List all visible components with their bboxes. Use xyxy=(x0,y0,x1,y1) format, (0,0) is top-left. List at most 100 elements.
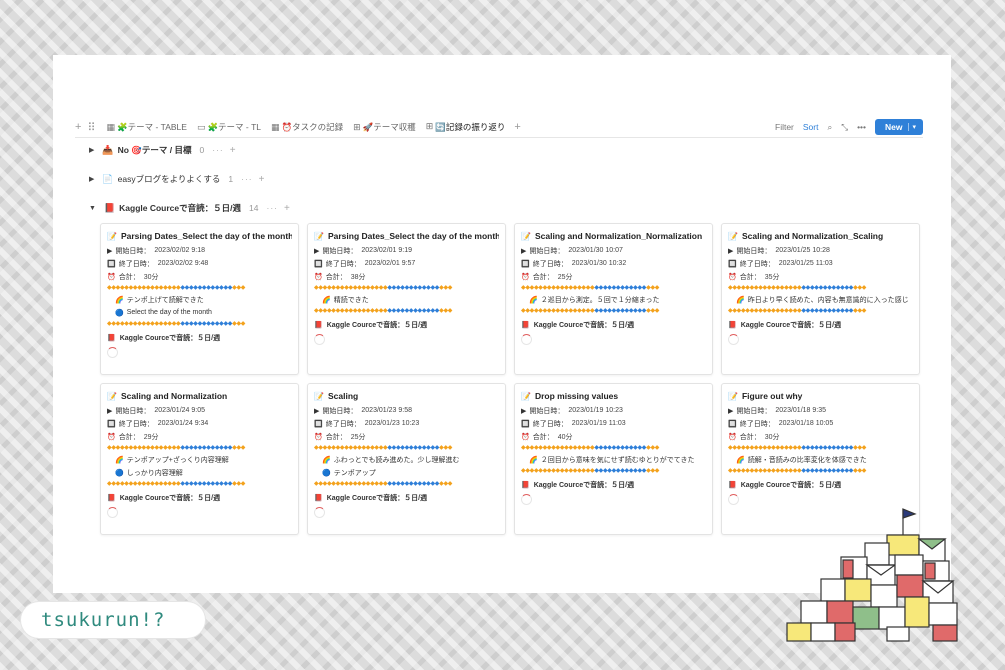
note-row: 🌈 昨日より早く読めた、内容も無意識的に入った感じ xyxy=(728,293,913,306)
gallery-card[interactable]: 📝 Parsing Dates_Select the day of the mon… xyxy=(307,223,506,375)
play-icon: ▶ xyxy=(521,407,527,415)
start-label: 開始日時： xyxy=(322,247,358,255)
rainbow-icon: 🌈 xyxy=(115,456,124,464)
end-value: 2023/01/25 11:03 xyxy=(778,260,833,267)
rainbow-icon: 🌈 xyxy=(736,456,745,464)
divider xyxy=(75,137,923,138)
page-icon: 📝 xyxy=(728,231,738,241)
group-header[interactable]: ▶ 📄 easyブログをよりよくする 1 ··· + xyxy=(89,172,264,186)
group-header[interactable]: ▶ 📥 No 🎯テーマ / 目標 0 ··· + xyxy=(89,143,236,157)
relation-label: Kaggle Courceで音読：５日/週 xyxy=(326,321,428,329)
group-header[interactable]: ▼ 📕 Kaggle Courceで音読：５日/週 14 ··· + xyxy=(89,201,290,215)
relation-row: 📕 Kaggle Courceで音読：５日/週 xyxy=(521,478,706,491)
total-value: 30分 xyxy=(764,433,780,441)
total-label: 合計： xyxy=(325,273,347,281)
stop-icon: 🔲 xyxy=(728,420,737,428)
filter-button[interactable]: Filter xyxy=(775,122,794,132)
card-title-row: 📝 Figure out why xyxy=(728,389,913,403)
end-value: 2023/01/24 9:34 xyxy=(157,420,209,427)
card-title-row: 📝 Scaling and Normalization_Normalization xyxy=(521,229,706,243)
expand-icon[interactable]: ⤡ xyxy=(841,122,848,133)
alarm-clock-icon: ⏰ xyxy=(314,433,323,441)
diamond-divider: ◆◆◆◆◆◆◆◆◆◆◆◆◆◆◆◆◆◆◆◆◆◆◆◆◆◆◆◆◆◆◆◆ xyxy=(314,308,453,314)
diamond-divider: ◆◆◆◆◆◆◆◆◆◆◆◆◆◆◆◆◆◆◆◆◆◆◆◆◆◆◆◆◆◆◆◆ xyxy=(314,285,453,291)
relation-label: Kaggle Courceで音読：５日/週 xyxy=(740,321,842,329)
page-icon: 📝 xyxy=(107,231,117,241)
start-label: 開始日時： xyxy=(529,407,565,415)
drag-handle-icon[interactable]: ⠿ xyxy=(87,121,95,134)
note-row: 🌈 ふわっとでも読み進めた。少し理解進む xyxy=(314,453,499,466)
gallery-card[interactable]: 📝 Scaling and Normalization ▶ 開始日時： 2023/01/… xyxy=(100,383,299,535)
sort-button[interactable]: Sort xyxy=(803,122,819,132)
gallery-card[interactable]: 📝 Scaling ▶ 開始日時： 2023/01/23 9:58 🔲 終了日時： 2023/… xyxy=(307,383,506,535)
chevron-down-icon[interactable]: ▾ xyxy=(908,123,916,131)
add-icon[interactable]: + xyxy=(284,203,290,214)
progress-ring xyxy=(728,334,739,345)
note-row: 🌈 テンポアップ+ざっくり内容理解 xyxy=(107,453,292,466)
total-label: 合計： xyxy=(325,433,347,441)
total-value: 25分 xyxy=(557,273,573,281)
card-title-row: 📝 Parsing Dates_Select the day of the mon… xyxy=(314,229,499,243)
note-text: Select the day of the month xyxy=(126,309,212,316)
add-view-icon[interactable]: + xyxy=(75,121,81,133)
start-row: ▶ 開始日時： 2023/01/18 9:35 xyxy=(728,404,913,417)
card-title: Scaling and Normalization_Scaling xyxy=(741,231,884,241)
total-row: ⏰ 合計： 30分 xyxy=(107,270,292,283)
new-button[interactable]: New ▾ xyxy=(875,119,923,135)
relation-label: Kaggle Courceで音読：５日/週 xyxy=(119,494,221,502)
view-tab[interactable]: ⊞ 🚀テーマ収穫 xyxy=(348,117,421,137)
end-label: 終了日時： xyxy=(325,420,361,428)
note-row: 🌈 テンポ上げて読解できた xyxy=(107,293,292,306)
start-label: 開始日時： xyxy=(736,407,772,415)
play-icon: ▶ xyxy=(107,247,113,255)
end-value: 2023/01/23 10:23 xyxy=(364,420,420,427)
gallery-grid: 📝 Parsing Dates_Select the day of the mon… xyxy=(100,223,920,535)
book-icon: 📕 xyxy=(728,481,737,489)
end-value: 2023/01/18 10:05 xyxy=(778,420,834,427)
rainbow-icon: 🌈 xyxy=(322,296,331,304)
view-tab[interactable]: ⊞ 🔄記録の振り返り xyxy=(420,117,511,138)
add-tab-icon[interactable]: + xyxy=(514,121,520,133)
gallery-card[interactable]: 📝 Scaling and Normalization_Scaling ▶ 開始日時：… xyxy=(721,223,920,375)
card-title-row: 📝 Scaling and Normalization_Scaling xyxy=(728,229,913,243)
new-button-label: New xyxy=(885,122,903,132)
alarm-clock-icon: ⏰ xyxy=(728,433,737,441)
search-icon[interactable]: ⌕ xyxy=(827,122,832,133)
end-row: 🔲 終了日時： 2023/01/23 10:23 xyxy=(314,417,499,430)
group-name: Kaggle Courceで音読：５日/週 xyxy=(119,203,242,213)
relation-label: Kaggle Courceで音読：５日/週 xyxy=(326,494,428,502)
add-icon[interactable]: + xyxy=(259,174,265,185)
view-tab[interactable]: ▦ ⏰タスクの記録 xyxy=(266,117,348,137)
gallery-card[interactable]: 📝 Drop missing values ▶ 開始日時： 2023/01/19 10:… xyxy=(514,383,713,535)
note-row: 🌈 精読できた xyxy=(314,293,499,306)
note-text: しっかり内容理解 xyxy=(126,469,183,477)
caret-right-icon[interactable]: ▶ xyxy=(89,175,94,183)
gallery-card[interactable]: 📝 Parsing Dates_Select the day of the mon… xyxy=(100,223,299,375)
book-icon: 📕 xyxy=(107,494,116,502)
group-icon: 📄 xyxy=(102,173,114,184)
end-label: 終了日時： xyxy=(325,260,361,268)
play-icon: ▶ xyxy=(728,247,734,255)
group-icon: 📕 xyxy=(103,202,116,213)
end-row: 🔲 終了日時： 2023/02/02 9:48 xyxy=(107,257,292,270)
note-text: 読解・音読みの比率変化を体感できた xyxy=(747,456,867,464)
caret-down-icon[interactable]: ▼ xyxy=(89,205,96,212)
alarm-clock-icon: ⏰ xyxy=(521,273,530,281)
more-icon[interactable]: ••• xyxy=(857,122,866,132)
add-icon[interactable]: + xyxy=(230,145,236,156)
end-row: 🔲 終了日時： 2023/01/18 10:05 xyxy=(728,417,913,430)
gallery-card[interactable]: 📝 Scaling and Normalization_Normalization… xyxy=(514,223,713,375)
book-icon: 📕 xyxy=(107,334,116,342)
view-tab[interactable]: ▦ 🧩テーマ - TABLE xyxy=(102,117,192,137)
view-tab[interactable]: ▭ 🧩テーマ - TL xyxy=(192,117,266,137)
page-icon: 📝 xyxy=(314,391,324,401)
end-label: 終了日時： xyxy=(739,260,775,268)
more-icon[interactable]: ··· xyxy=(241,174,253,184)
group-count: 0 xyxy=(199,145,205,155)
page-icon: 📝 xyxy=(521,231,531,241)
more-icon[interactable]: ··· xyxy=(266,203,278,213)
note-text: テンポアップ xyxy=(333,469,376,477)
diamond-divider: ◆◆◆◆◆◆◆◆◆◆◆◆◆◆◆◆◆◆◆◆◆◆◆◆◆◆◆◆◆◆◆◆ xyxy=(314,481,453,487)
more-icon[interactable]: ··· xyxy=(212,145,224,155)
caret-right-icon[interactable]: ▶ xyxy=(89,146,94,154)
